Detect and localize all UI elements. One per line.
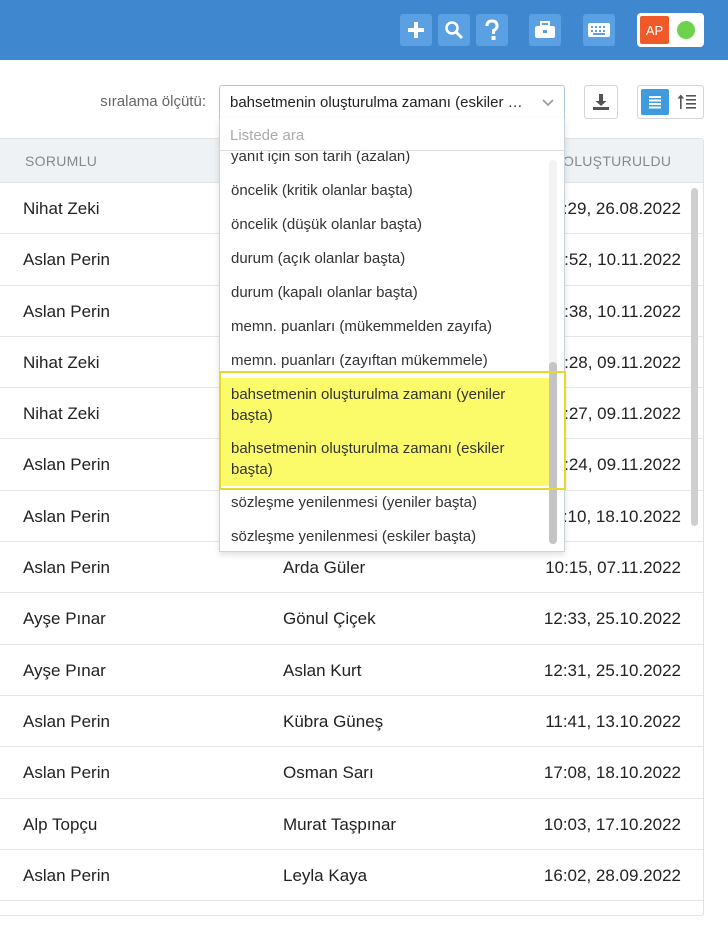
briefcase-button[interactable] — [529, 14, 561, 46]
sort-order-button[interactable] — [673, 89, 701, 115]
sort-select-value: bahsetmenin oluşturulma zamanı (eskiler … — [230, 94, 530, 111]
cell-sorumlu: Ayşe Pınar — [23, 609, 106, 629]
view-toggle-group — [637, 85, 704, 119]
download-icon — [593, 94, 609, 110]
table-scrollbar[interactable] — [691, 188, 698, 526]
cell-sorumlu: Aslan Perin — [23, 711, 110, 731]
search-icon — [445, 21, 464, 40]
sort-option[interactable]: öncelik (düşük olanlar başta) — [220, 208, 550, 242]
cell-created: 15:27, 09.11.2022 — [545, 404, 681, 424]
cell-sorumlu: Nihat Zeki — [23, 404, 100, 424]
add-button[interactable] — [400, 14, 432, 46]
cell-sorumlu: Alp Topçu — [23, 814, 98, 834]
cell-sorumlu: Aslan Perin — [23, 455, 110, 475]
cell-created: 10:03, 17.10.2022 — [543, 814, 681, 834]
sort-option[interactable]: sözleşme yenilenmesi (yeniler başta) — [220, 486, 550, 520]
column-header-created[interactable]: OLUŞTURULDU — [563, 153, 671, 169]
table-row[interactable]: Alp Topçu Murat Taşpınar 10:03, 17.10.2022 — [0, 799, 703, 850]
dropdown-search-input[interactable] — [230, 124, 550, 146]
cell-created: 11:41, 13.10.2022 — [545, 711, 681, 731]
cell-sorumlu: Aslan Perin — [23, 506, 110, 526]
sort-order-icon — [677, 94, 696, 109]
help-icon — [485, 19, 499, 40]
sort-option[interactable]: öncelik (kritik olanlar başta) — [220, 174, 550, 208]
user-menu[interactable]: AP — [637, 13, 704, 47]
sort-option[interactable]: durum (kapalı olanlar başta) — [220, 276, 550, 310]
sort-option[interactable]: memn. puanları (mükemmelden zayıfa) — [220, 310, 550, 344]
cell-person: Arda Güler — [283, 558, 366, 578]
table-row[interactable]: Ayşe Pınar Gönul Çiçek 12:33, 25.10.2022 — [0, 593, 703, 645]
cell-person: Kübra Güneş — [283, 711, 384, 731]
cell-sorumlu: Nihat Zeki — [23, 199, 100, 218]
sort-dropdown: yanıt için son tarih (azalan) öncelik (k… — [219, 118, 565, 552]
avatar[interactable]: AP — [640, 16, 669, 44]
cell-sorumlu: Ayşe Pınar — [23, 660, 106, 680]
download-button[interactable] — [584, 85, 618, 119]
cell-person: Aslan Kurt — [283, 660, 362, 680]
cell-sorumlu: Aslan Perin — [23, 301, 110, 321]
search-button[interactable] — [438, 14, 470, 46]
cell-person: Leyla Kaya — [283, 865, 368, 885]
table-row[interactable]: Aslan Perin Osman Sarı 17:08, 18.10.2022 — [0, 747, 703, 799]
sort-label: sıralama ölçütü: — [100, 93, 206, 110]
list-view-icon — [649, 96, 661, 109]
plus-icon — [408, 22, 424, 38]
cell-created: 16:02, 28.09.2022 — [543, 865, 681, 885]
cell-sorumlu: Aslan Perin — [23, 865, 110, 885]
cell-created: 15:52, 10.11.2022 — [545, 250, 681, 270]
dropdown-scroll-thumb[interactable] — [549, 362, 557, 544]
table-row[interactable]: Ayşe Pınar Aslan Kurt 12:31, 25.10.2022 — [0, 645, 703, 696]
chevron-down-icon — [542, 99, 554, 107]
cell-created: 12:31, 25.10.2022 — [543, 660, 681, 680]
cell-created: 15:24, 09.11.2022 — [545, 455, 681, 475]
sort-option-highlighted[interactable]: bahsetmenin oluşturulma zamanı (yeniler … — [220, 378, 550, 432]
cell-sorumlu: Aslan Perin — [23, 558, 110, 578]
top-bar: AP — [0, 0, 728, 60]
cell-created: 15:28, 09.11.2022 — [545, 352, 681, 372]
sort-select[interactable]: bahsetmenin oluşturulma zamanı (eskiler … — [219, 85, 565, 119]
cell-created: 10:15, 07.11.2022 — [545, 558, 681, 578]
cell-created: 15:38, 10.11.2022 — [545, 301, 681, 321]
help-button[interactable] — [476, 14, 508, 46]
cell-person: Gönul Çiçek — [283, 609, 376, 629]
sort-option[interactable]: durum (açık olanlar başta) — [220, 242, 550, 276]
online-status-dot — [677, 21, 695, 39]
briefcase-icon — [535, 21, 555, 38]
keyboard-icon — [588, 23, 610, 37]
list-view-button[interactable] — [641, 89, 669, 115]
column-header-sorumlu[interactable]: SORUMLU — [25, 153, 97, 169]
cell-created: 17:08, 18.10.2022 — [543, 763, 681, 783]
table-row[interactable]: Aslan Perin Kübra Güneş 11:41, 13.10.2022 — [0, 696, 703, 748]
cell-sorumlu: Nihat Zeki — [23, 352, 100, 372]
cell-person: Osman Sarı — [283, 763, 374, 783]
dropdown-search — [220, 118, 564, 151]
sort-option[interactable]: sözleşme yenilenmesi (eskiler başta) — [220, 520, 550, 551]
cell-person: Murat Taşpınar — [283, 814, 397, 834]
dropdown-options: yanıt için son tarih (azalan) öncelik (k… — [220, 151, 550, 551]
sort-option[interactable]: yanıt için son tarih (azalan) — [220, 151, 550, 174]
table-row[interactable]: Aslan Perin Leyla Kaya 16:02, 28.09.2022 — [0, 850, 703, 902]
sort-option-highlighted[interactable]: bahsetmenin oluşturulma zamanı (eskiler … — [220, 432, 550, 486]
keyboard-button[interactable] — [583, 14, 615, 46]
cell-created: 12:33, 25.10.2022 — [543, 609, 681, 629]
cell-sorumlu: Aslan Perin — [23, 763, 110, 783]
cell-sorumlu: Aslan Perin — [23, 250, 110, 270]
sort-option[interactable]: memn. puanları (zayıftan mükemmele) — [220, 344, 550, 378]
